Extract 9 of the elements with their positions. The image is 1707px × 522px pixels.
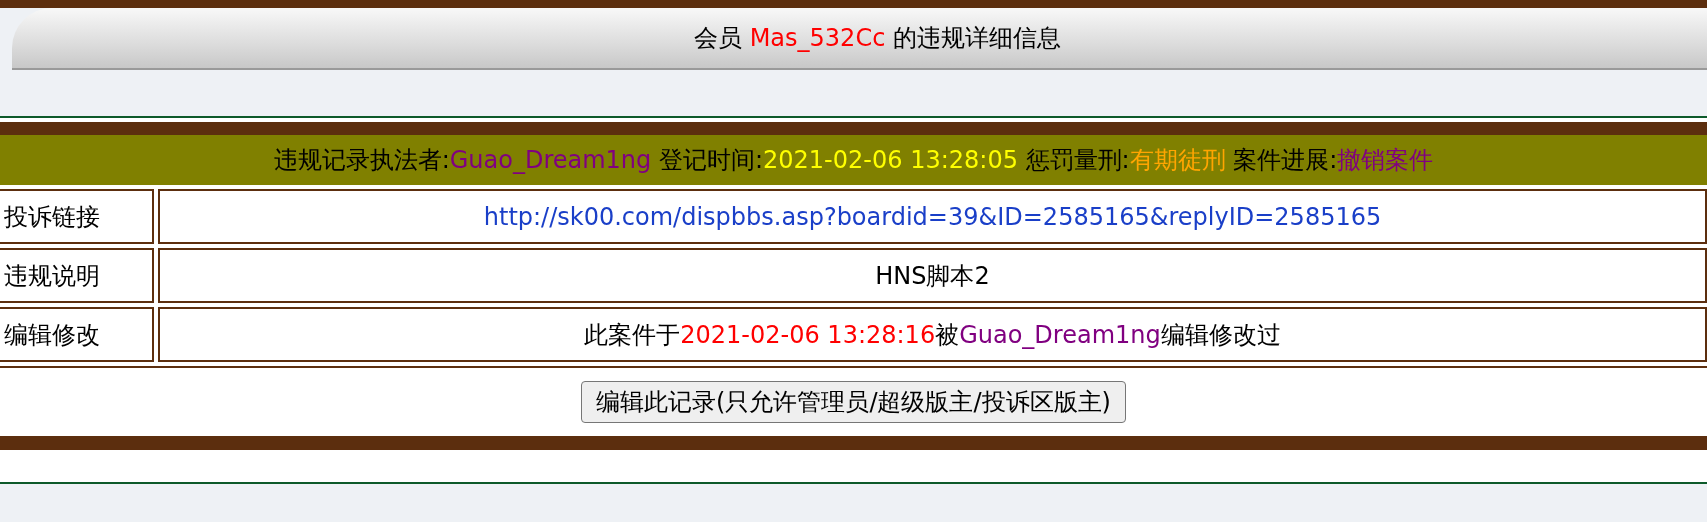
row-value: HNS脚本2 bbox=[158, 248, 1707, 303]
page-title: 会员 Mas_532Cc 的违规详细信息 bbox=[12, 8, 1707, 70]
complaint-link[interactable]: http://sk00.com/dispbbs.asp?boardid=39&ID=2585165&replyID=2585165 bbox=[158, 189, 1707, 244]
row-label: 违规说明 bbox=[0, 248, 154, 303]
edit-record-button[interactable]: 编辑此记录(只允许管理员/超级版主/投诉区版主) bbox=[581, 381, 1126, 423]
row-label: 投诉链接 bbox=[0, 189, 154, 244]
row-value: 此案件于2021-02-06 13:28:16被Guao_Dream1ng编辑修改过 bbox=[158, 307, 1707, 362]
row-label: 编辑修改 bbox=[0, 307, 154, 362]
case-summary: 违规记录执法者:Guao_Dream1ng 登记时间:2021-02-06 13:28:05 惩罚量刑:有期徒刑 案件进展:撤销案件 bbox=[0, 134, 1707, 185]
